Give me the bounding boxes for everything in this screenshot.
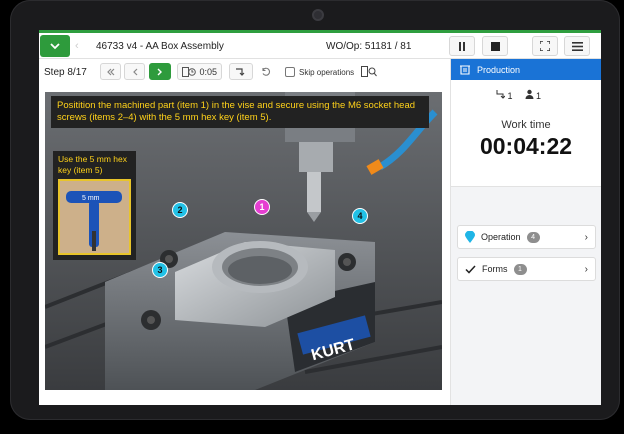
work-time-card: 1 1 Work time 00:04:22 bbox=[451, 80, 601, 187]
check-icon bbox=[465, 264, 476, 274]
hex-key-size-label: 5 mm bbox=[82, 195, 100, 202]
chevron-right-icon: › bbox=[584, 264, 588, 275]
dropdown-menu-button[interactable] bbox=[40, 35, 70, 57]
step-timer: 0:05 bbox=[199, 66, 217, 77]
work-time-label: Work time bbox=[501, 119, 551, 131]
fullscreen-icon bbox=[540, 41, 550, 51]
checkbox-box[interactable] bbox=[285, 67, 295, 77]
hex-key-callout-text: Use the 5 mm hex key (item 5) bbox=[58, 154, 127, 175]
fullscreen-button[interactable] bbox=[532, 36, 558, 56]
next-step-icon bbox=[157, 68, 162, 75]
hex-key-icon: 5 mm bbox=[66, 191, 122, 251]
item-marker-3: 3 bbox=[152, 262, 168, 278]
doc-zoom-icon bbox=[361, 66, 377, 77]
page-title: 46733 v4 - AA Box Assembly bbox=[96, 41, 224, 52]
instruction-image: KURT Positition the machined part (item … bbox=[45, 92, 442, 390]
first-step-button[interactable] bbox=[100, 63, 121, 80]
chevron-down-icon bbox=[50, 42, 60, 49]
operation-panel[interactable]: Operation 4 › bbox=[457, 225, 596, 249]
undo-button[interactable] bbox=[257, 63, 275, 80]
tablet-device: ‹ 46733 v4 - AA Box Assembly WO/Op: 5118… bbox=[10, 0, 620, 420]
doc-clock-icon bbox=[182, 66, 196, 77]
forms-label: Forms bbox=[482, 264, 508, 274]
work-time-value: 00:04:22 bbox=[479, 133, 573, 159]
skip-operations-label: Skip operations bbox=[299, 67, 355, 77]
hex-key-image: 5 mm bbox=[58, 179, 131, 255]
stop-icon bbox=[490, 41, 500, 51]
operation-count-badge: 4 bbox=[526, 231, 540, 243]
camera-icon bbox=[312, 9, 324, 21]
operator-count-a: 1 bbox=[495, 89, 513, 101]
chevron-right-icon: › bbox=[584, 232, 588, 243]
operator-count-b: 1 bbox=[525, 89, 541, 101]
main-menu-button[interactable] bbox=[564, 36, 590, 56]
step-toolbar: Step 8/17 0:05 Skip operations bbox=[39, 59, 450, 83]
location-pin-icon bbox=[465, 231, 475, 243]
top-bar: ‹ 46733 v4 - AA Box Assembly WO/Op: 5118… bbox=[39, 30, 601, 59]
instruction-text: Positition the machined part (item 1) in… bbox=[51, 96, 429, 128]
prev-step-icon bbox=[132, 68, 137, 75]
first-step-icon bbox=[106, 68, 114, 75]
item-marker-4: 4 bbox=[352, 208, 368, 224]
undo-icon bbox=[262, 67, 271, 76]
step-counter: Step 8/17 bbox=[44, 67, 87, 78]
breadcrumb-separator: ‹ bbox=[75, 40, 79, 52]
redirect-button[interactable] bbox=[229, 63, 253, 80]
operation-label: Operation bbox=[481, 232, 521, 242]
skip-operations-checkbox[interactable]: Skip operations bbox=[285, 67, 354, 77]
operator-counts: 1 1 bbox=[495, 89, 541, 101]
operator-icon bbox=[496, 90, 506, 99]
production-header-label: Production bbox=[477, 64, 521, 75]
stop-button[interactable] bbox=[482, 36, 508, 56]
pause-icon bbox=[459, 41, 465, 51]
redirect-icon bbox=[236, 68, 245, 76]
prev-step-button[interactable] bbox=[124, 63, 145, 80]
pause-button[interactable] bbox=[449, 36, 475, 56]
item-marker-2: 2 bbox=[172, 202, 188, 218]
person-icon bbox=[525, 89, 534, 99]
forms-count-badge: 1 bbox=[513, 263, 527, 275]
forms-panel[interactable]: Forms 1 › bbox=[457, 257, 596, 281]
production-header[interactable]: Production bbox=[451, 59, 601, 80]
production-icon bbox=[460, 64, 470, 75]
production-sidebar: Production 1 1 Work time 00:04:22 Operat… bbox=[450, 59, 601, 405]
hex-key-callout: Use the 5 mm hex key (item 5) 5 mm bbox=[53, 151, 136, 260]
menu-icon bbox=[571, 41, 583, 51]
document-zoom-button[interactable] bbox=[357, 63, 381, 80]
work-order-label: WO/Op: 51181 / 81 bbox=[326, 41, 412, 52]
item-marker-1: 1 bbox=[254, 199, 270, 215]
next-step-button[interactable] bbox=[149, 63, 171, 80]
step-timer-button[interactable]: 0:05 bbox=[177, 63, 222, 80]
app-screen: ‹ 46733 v4 - AA Box Assembly WO/Op: 5118… bbox=[39, 30, 601, 405]
